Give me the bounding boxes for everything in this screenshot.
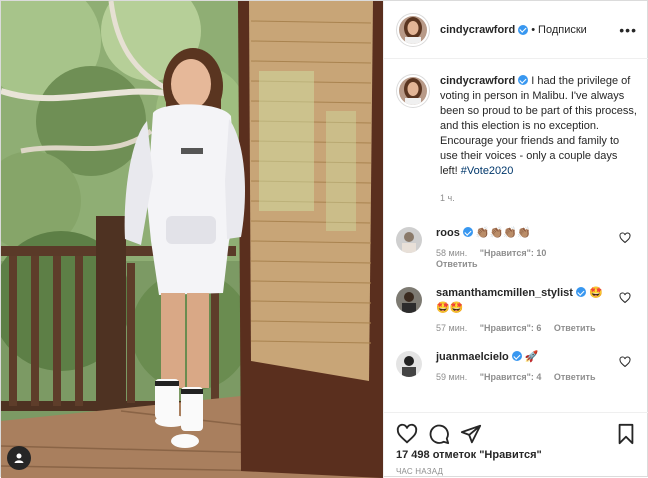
comment-icon[interactable] — [428, 423, 450, 445]
like-comment-icon[interactable] — [619, 292, 631, 304]
author-username[interactable]: cindycrawford — [440, 24, 515, 36]
comment-text: 🚀 — [524, 351, 539, 363]
bookmark-icon[interactable] — [615, 423, 637, 445]
caption-body: cindycrawford I had the privilege of vot… — [440, 74, 637, 206]
reply-button[interactable]: Ответить — [436, 259, 478, 269]
comment-item: samanthamcmillen_stylist 🤩🤩🤩 57 мин. "Нр… — [384, 286, 648, 334]
photo-illustration — [1, 1, 383, 478]
likes-number: 17 498 отметок — [396, 449, 477, 461]
verified-badge-icon — [511, 351, 522, 361]
verified-badge-icon — [462, 227, 473, 237]
comment-meta: 59 мин. "Нравится": 4 Ответить — [436, 372, 614, 383]
post-actions: 17 498 отметок "Нравится" ЧАС НАЗАД — [384, 412, 648, 478]
post-header: cindycrawford • Подписки ••• — [384, 1, 648, 59]
post-side-panel: cindycrawford • Подписки ••• cindycrawfo… — [383, 1, 648, 478]
header-separator: • — [531, 23, 536, 36]
comment-body: roos 👏🏽👏🏽👏🏽👏🏽 58 мин. "Нравится": 10 Отв… — [436, 226, 614, 270]
person-tag-icon[interactable] — [7, 446, 31, 470]
comment-likes[interactable]: "Нравится": 10 — [480, 248, 547, 258]
commenter-avatar[interactable] — [396, 227, 422, 253]
share-icon[interactable] — [460, 423, 482, 445]
comment-meta: 58 мин. "Нравится": 10 Ответить — [436, 248, 614, 270]
reply-button[interactable]: Ответить — [554, 323, 596, 333]
like-comment-icon[interactable] — [619, 232, 631, 244]
comment-body: juanmaelcielo 🚀 59 мин. "Нравится": 4 От… — [436, 350, 614, 383]
comment-username[interactable]: roos — [436, 227, 460, 239]
author-avatar-image — [399, 15, 427, 44]
like-comment-icon[interactable] — [619, 356, 631, 368]
caption-text: I had the privilege of voting in person … — [440, 75, 637, 177]
verified-badge-icon — [518, 75, 529, 85]
comment-likes[interactable]: "Нравится": 4 — [480, 372, 542, 382]
post-time[interactable]: ЧАС НАЗАД — [384, 467, 648, 476]
caption-username[interactable]: cindycrawford — [440, 75, 515, 87]
commenter-avatar[interactable] — [396, 351, 422, 377]
caption-hashtag[interactable]: #Vote2020 — [461, 165, 514, 177]
action-icons — [384, 413, 648, 447]
caption-avatar[interactable] — [396, 74, 430, 108]
commenter-avatar[interactable] — [396, 287, 422, 313]
post-photo[interactable] — [1, 1, 383, 478]
comment-username[interactable]: samanthamcmillen_stylist — [436, 287, 573, 299]
author-avatar[interactable] — [396, 12, 430, 47]
comment-item: roos 👏🏽👏🏽👏🏽👏🏽 58 мин. "Нравится": 10 Отв… — [384, 226, 648, 270]
verified-badge-icon — [518, 24, 529, 35]
comment-username[interactable]: juanmaelcielo — [436, 351, 509, 363]
comment-time[interactable]: 57 мин. — [436, 323, 467, 333]
heart-icon[interactable] — [396, 423, 418, 445]
comment-time[interactable]: 58 мин. — [436, 248, 467, 258]
post-caption: cindycrawford I had the privilege of vot… — [384, 60, 648, 206]
caption-time[interactable]: 1 ч. — [440, 191, 637, 206]
comment-time[interactable]: 59 мин. — [436, 372, 467, 382]
comments-list[interactable]: cindycrawford I had the privilege of vot… — [384, 60, 648, 412]
comment-body: samanthamcmillen_stylist 🤩🤩🤩 57 мин. "Нр… — [436, 286, 614, 334]
more-options-icon[interactable]: ••• — [619, 22, 637, 38]
comment-text: 👏🏽👏🏽👏🏽👏🏽 — [475, 227, 531, 239]
caption-avatar-image — [399, 77, 427, 105]
reply-button[interactable]: Ответить — [554, 372, 596, 382]
instagram-post: cindycrawford • Подписки ••• cindycrawfo… — [0, 0, 648, 478]
comment-likes[interactable]: "Нравится": 6 — [480, 323, 542, 333]
likes-word: "Нравится" — [479, 449, 542, 461]
verified-badge-icon — [575, 287, 586, 297]
comment-meta: 57 мин. "Нравится": 6 Ответить — [436, 323, 614, 334]
following-button[interactable]: Подписки — [538, 24, 587, 36]
comment-item: juanmaelcielo 🚀 59 мин. "Нравится": 4 От… — [384, 350, 648, 383]
likes-count[interactable]: 17 498 отметок "Нравится" — [384, 449, 648, 461]
